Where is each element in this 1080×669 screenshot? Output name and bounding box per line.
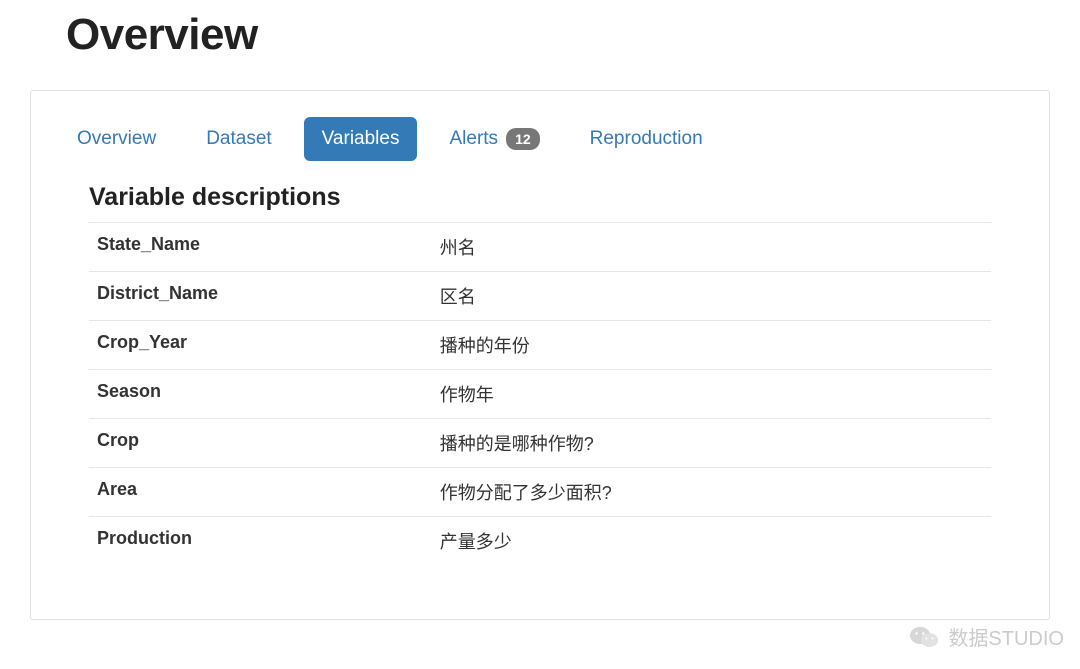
tab-bar: Overview Dataset Variables Alerts 12 Rep… — [59, 117, 1021, 161]
variable-name: Area — [89, 468, 432, 517]
variable-descriptions-table: State_Name 州名 District_Name 区名 Crop_Year… — [89, 222, 991, 565]
variable-description: 产量多少 — [432, 517, 991, 566]
variable-description: 播种的年份 — [432, 321, 991, 370]
alerts-count-badge: 12 — [506, 128, 540, 150]
table-row: District_Name 区名 — [89, 272, 991, 321]
variable-descriptions-section: Variable descriptions State_Name 州名 Dist… — [59, 183, 1021, 565]
variable-name: District_Name — [89, 272, 432, 321]
tab-label: Reproduction — [590, 128, 703, 150]
variable-description: 播种的是哪种作物? — [432, 419, 991, 468]
tab-overview[interactable]: Overview — [59, 117, 174, 161]
variable-description: 州名 — [432, 223, 991, 272]
tab-alerts[interactable]: Alerts 12 — [431, 117, 557, 161]
tab-label: Dataset — [206, 128, 271, 150]
variable-description: 作物年 — [432, 370, 991, 419]
table-row: State_Name 州名 — [89, 223, 991, 272]
page-title: Overview — [66, 10, 1050, 60]
tab-reproduction[interactable]: Reproduction — [572, 117, 721, 161]
tab-variables[interactable]: Variables — [304, 117, 418, 161]
table-row: Area 作物分配了多少面积? — [89, 468, 991, 517]
variable-name: Production — [89, 517, 432, 566]
table-row: Season 作物年 — [89, 370, 991, 419]
tab-dataset[interactable]: Dataset — [188, 117, 289, 161]
table-row: Crop_Year 播种的年份 — [89, 321, 991, 370]
overview-panel: Overview Dataset Variables Alerts 12 Rep… — [30, 90, 1050, 620]
table-row: Production 产量多少 — [89, 517, 991, 566]
tab-label: Overview — [77, 128, 156, 150]
variable-description: 区名 — [432, 272, 991, 321]
table-row: Crop 播种的是哪种作物? — [89, 419, 991, 468]
variable-name: State_Name — [89, 223, 432, 272]
tab-label: Alerts — [449, 128, 498, 150]
variable-name: Crop_Year — [89, 321, 432, 370]
section-title: Variable descriptions — [89, 183, 991, 212]
variable-description: 作物分配了多少面积? — [432, 468, 991, 517]
variable-name: Season — [89, 370, 432, 419]
tab-label: Variables — [322, 128, 400, 150]
variable-name: Crop — [89, 419, 432, 468]
